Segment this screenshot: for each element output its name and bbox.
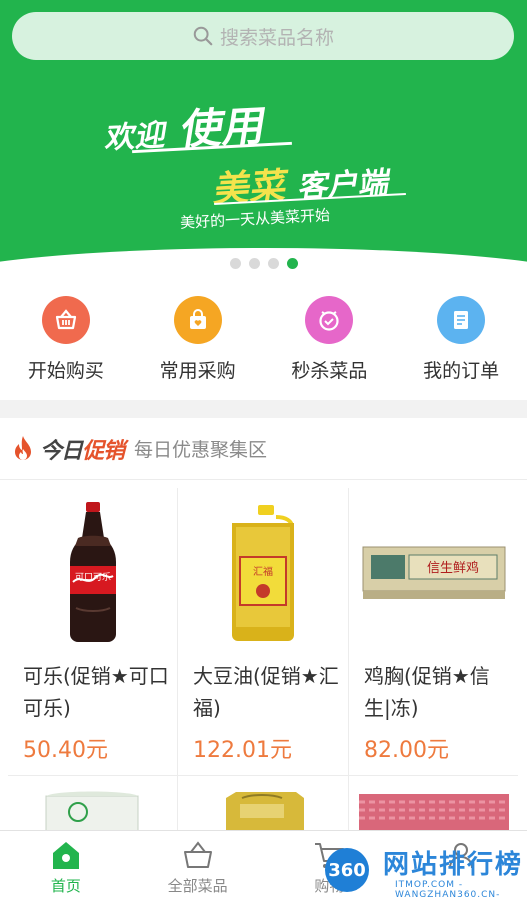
search-placeholder: 搜索菜品名称 (219, 26, 334, 49)
pager-dot-active[interactable] (286, 258, 298, 269)
product-card[interactable]: 汇福 大豆油(促销★汇福) 122.01元 (178, 488, 348, 775)
promo-title-today: 今日 (40, 438, 83, 464)
quick-entry-label: 秒杀菜品 (291, 360, 368, 382)
product-card[interactable]: 信生鲜鸡 鸡胸(促销★信生|冻) 82.00元 (349, 488, 519, 775)
nav-label: 首页 (50, 877, 81, 895)
product-name: 可乐(促销★可口可乐) (23, 664, 169, 720)
nav-label: 全部菜品 (167, 877, 228, 895)
search-icon (193, 26, 213, 46)
basket-icon (183, 841, 212, 868)
product-card[interactable] (8, 776, 178, 830)
quick-entry-frequent[interactable]: 常用采购 (132, 282, 264, 400)
svg-text:信生鲜鸡: 信生鲜鸡 (427, 560, 479, 576)
flame-icon (15, 435, 31, 460)
quick-entry-label: 常用采购 (159, 360, 236, 382)
home-icon (52, 842, 79, 869)
grid-divider (8, 775, 518, 776)
product-image-oil: 汇福 (178, 488, 348, 658)
product-image-cola: 可口可乐 (8, 488, 178, 658)
product-image-flour-bag (226, 792, 304, 830)
promo-subtitle: 每日优惠聚集区 (134, 439, 268, 461)
watermark-badge: 360 (325, 848, 369, 892)
grid-divider (348, 488, 349, 830)
basket-icon (41, 296, 90, 344)
product-card[interactable] (349, 776, 519, 830)
nav-all-dishes[interactable]: 全部菜品 (132, 831, 264, 903)
product-price: 122.01元 (193, 738, 292, 763)
watermark-logo: 360 网站排行榜 ITMOP.COM -WANGZHAN360.CN- (325, 840, 525, 900)
banner-pager (0, 258, 527, 269)
order-list-icon (437, 296, 486, 344)
promo-title-sale: 促销 (82, 438, 125, 464)
bag-icon (173, 296, 222, 344)
product-price: 50.40元 (23, 738, 108, 763)
banner-tagline: 美好的一天从美菜开始 (179, 206, 331, 232)
product-price: 82.00元 (364, 738, 449, 763)
search-input[interactable]: 搜索菜品名称 (12, 12, 514, 60)
watermark-title: 网站排行榜 (383, 850, 524, 880)
product-name: 鸡胸(促销★信生|冻) (364, 664, 490, 720)
quick-entry-label: 我的订单 (423, 360, 500, 382)
quick-entry-label: 开始购买 (27, 360, 104, 382)
product-card[interactable]: 可口可乐 可乐(促销★可口可乐) 50.40元 (8, 488, 178, 775)
promo-section-header: 今日促销 每日优惠聚集区 (0, 418, 527, 480)
product-card[interactable] (178, 776, 348, 830)
svg-text:汇福: 汇福 (253, 565, 273, 578)
clock-icon (305, 296, 354, 344)
quick-entry-start-buying[interactable]: 开始购买 (0, 282, 132, 400)
pager-dot[interactable] (248, 258, 260, 269)
nav-home[interactable]: 首页 (0, 831, 132, 903)
promo-banner[interactable]: 搜索菜品名称 欢迎 使用 美菜 客户端 美好的一天从美菜开始 (0, 0, 527, 282)
quick-entry-flash-sale[interactable]: 秒杀菜品 (264, 282, 396, 400)
grid-divider (177, 488, 178, 830)
svg-text:可口可乐: 可口可乐 (75, 571, 111, 583)
product-image-chicken: 信生鲜鸡 (349, 488, 519, 658)
banner-headline: 欢迎 使用 (102, 92, 271, 161)
quick-entry-my-orders[interactable]: 我的订单 (395, 282, 527, 400)
product-name: 大豆油(促销★汇福) (193, 664, 339, 720)
product-grid: 可口可乐 可乐(促销★可口可乐) 50.40元 汇福 大豆油(促销★汇福) 12… (0, 480, 527, 830)
promo-title: 今日促销 (40, 433, 125, 465)
pager-dot[interactable] (267, 258, 279, 269)
pager-dot[interactable] (229, 258, 241, 269)
watermark-url: ITMOP.COM -WANGZHAN360.CN- (395, 880, 501, 900)
quick-entry-bar: 开始购买 常用采购 秒杀菜品 我的订单 (0, 282, 527, 400)
product-image-rice-bag (45, 791, 139, 830)
product-image-ground-meat (359, 794, 509, 830)
